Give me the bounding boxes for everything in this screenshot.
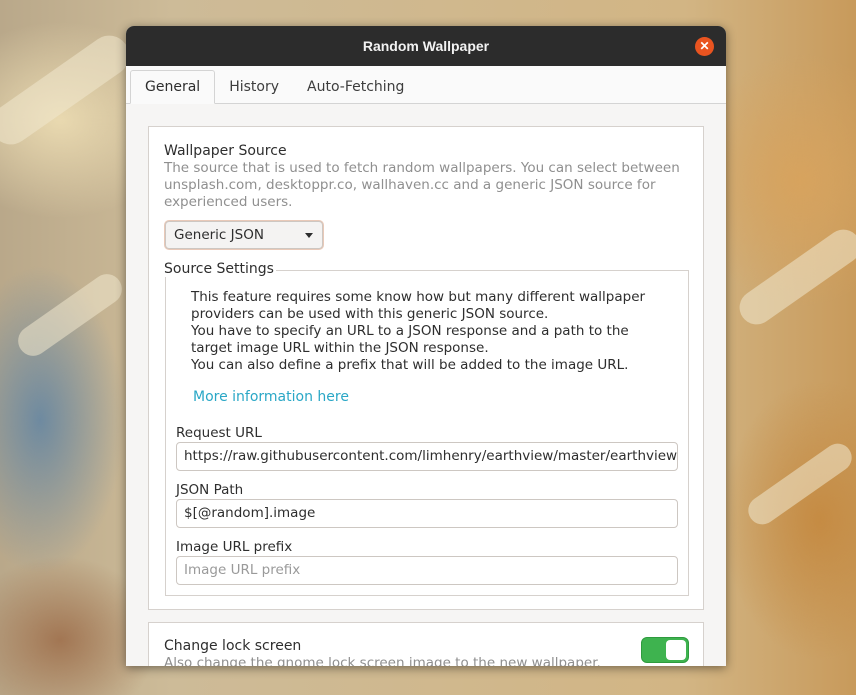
chevron-down-icon <box>305 233 313 238</box>
image-url-prefix-input[interactable]: Image URL prefix <box>176 556 678 585</box>
source-settings-title: Source Settings <box>164 261 276 277</box>
tab-bar: General History Auto-Fetching <box>126 66 726 104</box>
lock-screen-toggle[interactable] <box>641 637 689 663</box>
info-line: You have to specify an URL to a JSON res… <box>191 323 629 356</box>
wallpaper-stripe <box>742 438 856 530</box>
close-icon: ✕ <box>699 39 710 53</box>
request-url-input[interactable]: https://raw.githubusercontent.com/limhen… <box>176 442 678 471</box>
json-path-input[interactable]: $[@random].image <box>176 499 678 528</box>
info-line: You can also define a prefix that will b… <box>191 357 629 373</box>
source-settings-frame: This feature requires some know how but … <box>165 270 689 596</box>
source-dropdown-value: Generic JSON <box>174 227 264 243</box>
source-dropdown[interactable]: Generic JSON <box>165 221 323 249</box>
wallpaper-stripe <box>12 268 128 362</box>
lock-screen-frame: Change lock screen Also change the gnome… <box>148 622 704 666</box>
wallpaper-source-title: Wallpaper Source <box>164 143 287 159</box>
image-url-prefix-label: Image URL prefix <box>176 539 293 555</box>
tab-auto-fetching[interactable]: Auto-Fetching <box>293 71 418 103</box>
wallpaper-stripe <box>732 222 856 332</box>
wallpaper-source-description: The source that is used to fetch random … <box>164 160 680 210</box>
source-settings-info: This feature requires some know how but … <box>191 289 671 374</box>
request-url-label: Request URL <box>176 425 262 441</box>
info-line: This feature requires some know how but … <box>191 289 646 322</box>
tab-general[interactable]: General <box>130 70 216 104</box>
general-page: Wallpaper Source The source that is used… <box>126 104 726 666</box>
tab-history[interactable]: History <box>215 71 293 103</box>
titlebar: Random Wallpaper ✕ <box>126 26 726 66</box>
wallpaper-stripe <box>0 27 138 153</box>
lock-screen-title: Change lock screen <box>164 638 302 654</box>
json-path-label: JSON Path <box>176 482 244 498</box>
more-information-link[interactable]: More information here <box>193 389 349 405</box>
wallpaper-source-frame: Wallpaper Source The source that is used… <box>148 126 704 610</box>
close-button[interactable]: ✕ <box>695 37 714 56</box>
toggle-knob <box>666 640 686 660</box>
random-wallpaper-window: Random Wallpaper ✕ General History Auto-… <box>126 26 726 666</box>
lock-screen-description: Also change the gnome lock screen image … <box>164 655 601 666</box>
window-title: Random Wallpaper <box>362 38 490 54</box>
